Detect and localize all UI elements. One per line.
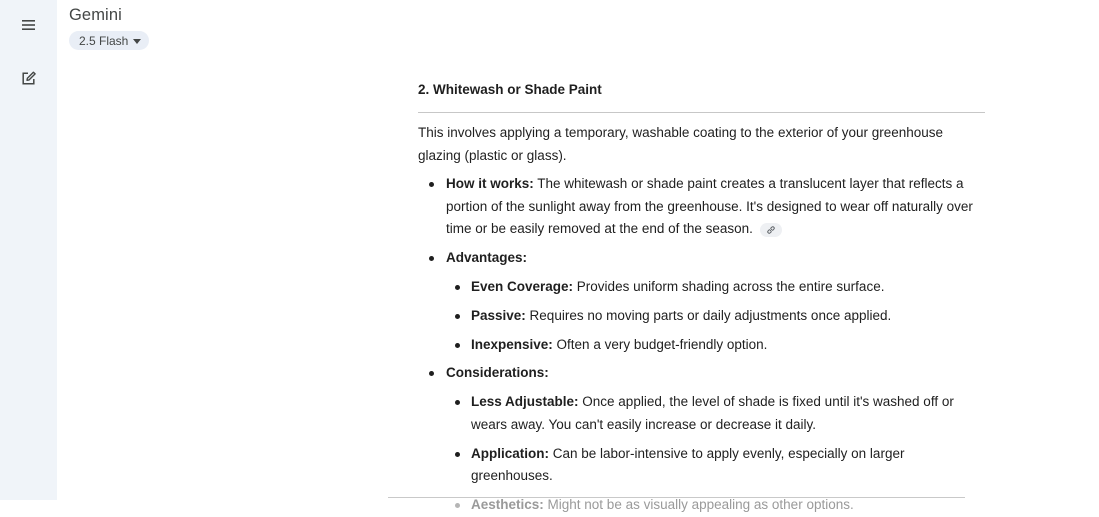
list-item: Less Adjustable: Once applied, the level… (446, 391, 985, 436)
list-item: Even Coverage: Provides uniform shading … (446, 276, 985, 299)
item-label: Inexpensive: (471, 336, 553, 352)
item-label: Application: (471, 445, 549, 461)
section-heading: 2. Whitewash or Shade Paint (418, 80, 985, 113)
advantages-list: Even Coverage: Provides uniform shading … (446, 276, 985, 357)
item-label: Passive: (471, 307, 526, 323)
model-selector[interactable]: 2.5 Flash (69, 31, 150, 50)
item-text: Requires no moving parts or daily adjust… (525, 307, 892, 323)
caret-down-icon (133, 38, 142, 44)
item-label: Even Coverage: (471, 278, 574, 294)
sidebar (0, 0, 57, 500)
list-item: Passive: Requires no moving parts or dai… (446, 305, 985, 328)
link-icon (767, 226, 775, 234)
list-item-how-it-works: How it works: The whitewash or shade pai… (418, 173, 985, 241)
item-label: Less Adjustable: (471, 394, 579, 409)
main-list: How it works: The whitewash or shade pai… (418, 173, 985, 517)
response-content: 2. Whitewash or Shade Paint This involve… (418, 80, 985, 517)
intro-paragraph: This involves applying a temporary, wash… (418, 125, 944, 163)
considerations-label: Considerations: (446, 365, 549, 380)
list-item: Inexpensive: Often a very budget-friendl… (446, 334, 985, 357)
app-header: Gemini 2.5 Flash (69, 5, 150, 50)
list-item-considerations: Considerations: Less Adjustable: Once ap… (418, 362, 985, 517)
advantages-label: Advantages: (446, 249, 528, 265)
item-text: Often a very budget-friendly option. (552, 336, 768, 352)
how-label: How it works: (446, 176, 534, 191)
input-area-edge (388, 497, 965, 501)
list-item: Application: Can be labor-intensive to a… (446, 443, 985, 488)
model-label: 2.5 Flash (79, 33, 129, 48)
app-title: Gemini (69, 6, 122, 24)
item-text: Provides uniform shading across the enti… (573, 278, 885, 294)
main-menu-button[interactable] (14, 11, 42, 39)
hamburger-menu-icon (21, 20, 35, 30)
edit-note-icon (21, 71, 36, 85)
list-item-advantages: Advantages: Even Coverage: Provides unif… (418, 247, 985, 357)
source-link-chip[interactable] (759, 223, 782, 237)
new-chat-button[interactable] (14, 64, 42, 92)
